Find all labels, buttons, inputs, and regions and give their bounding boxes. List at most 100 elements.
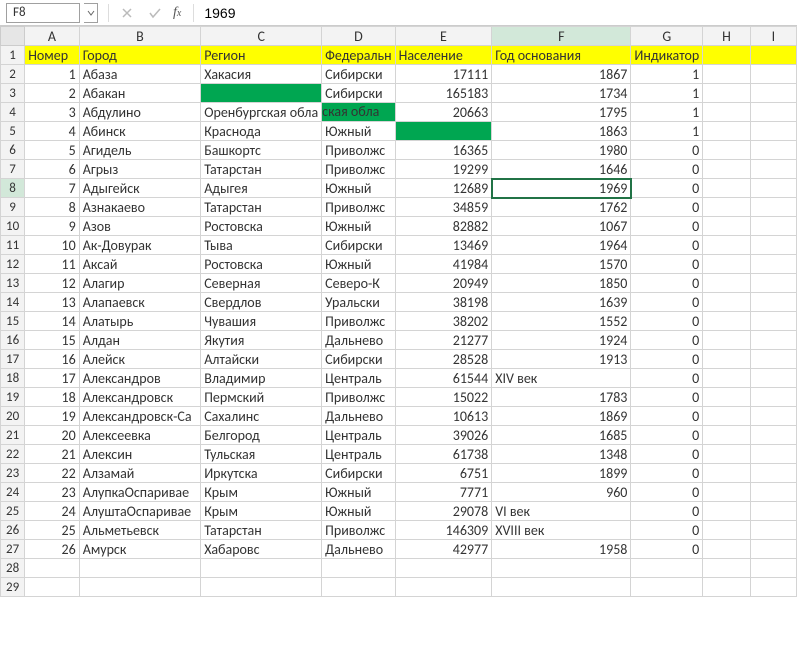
- cell[interactable]: 0: [631, 426, 703, 445]
- cell[interactable]: 12: [25, 274, 80, 293]
- cell[interactable]: [201, 578, 322, 597]
- cell[interactable]: Алтайски: [201, 350, 322, 369]
- name-box[interactable]: F8: [6, 3, 80, 23]
- col-header-D[interactable]: D: [322, 27, 395, 46]
- cell[interactable]: [703, 578, 751, 597]
- cell[interactable]: [750, 369, 796, 388]
- cell[interactable]: Татарстан: [201, 160, 322, 179]
- cell[interactable]: 3: [25, 103, 80, 122]
- cell[interactable]: [703, 350, 751, 369]
- cell[interactable]: Южный: [322, 179, 395, 198]
- cell[interactable]: 20: [25, 426, 80, 445]
- cell[interactable]: 16365: [395, 141, 492, 160]
- col-header-H[interactable]: H: [703, 27, 751, 46]
- cell[interactable]: 20663: [395, 103, 492, 122]
- cell[interactable]: Адыгея: [201, 179, 322, 198]
- cell[interactable]: 17111: [395, 65, 492, 84]
- cell[interactable]: Свердлов: [201, 293, 322, 312]
- cell[interactable]: [703, 160, 751, 179]
- row-header[interactable]: 7: [1, 160, 25, 179]
- cell[interactable]: Алатырь: [79, 312, 200, 331]
- cell[interactable]: Южный: [322, 502, 395, 521]
- cell[interactable]: Регион: [201, 46, 322, 65]
- row-header[interactable]: 15: [1, 312, 25, 331]
- cell[interactable]: VI век: [492, 502, 631, 521]
- cell[interactable]: Южный: [322, 255, 395, 274]
- cell[interactable]: 1958: [492, 540, 631, 559]
- cell[interactable]: [703, 84, 751, 103]
- cell[interactable]: [750, 502, 796, 521]
- cell[interactable]: Сибирски: [322, 464, 395, 483]
- cell[interactable]: 20949: [395, 274, 492, 293]
- cell[interactable]: [750, 559, 796, 578]
- spreadsheet-grid[interactable]: A B C D E F G H I 1 Номер Город Регион Ф…: [0, 26, 797, 597]
- cell[interactable]: [703, 274, 751, 293]
- cell[interactable]: 16: [25, 350, 80, 369]
- cell[interactable]: [395, 122, 492, 141]
- cell[interactable]: 8: [25, 198, 80, 217]
- cell[interactable]: 0: [631, 350, 703, 369]
- cell[interactable]: 1795: [492, 103, 631, 122]
- cell[interactable]: [492, 559, 631, 578]
- cell[interactable]: Крым: [201, 483, 322, 502]
- cell[interactable]: 1783: [492, 388, 631, 407]
- cell[interactable]: [322, 559, 395, 578]
- cell[interactable]: Амурск: [79, 540, 200, 559]
- cell[interactable]: [750, 445, 796, 464]
- cell[interactable]: Сибирски: [322, 84, 395, 103]
- cell[interactable]: [750, 331, 796, 350]
- cell[interactable]: 0: [631, 274, 703, 293]
- cell[interactable]: XVIII век: [492, 521, 631, 540]
- cell[interactable]: 1685: [492, 426, 631, 445]
- cell[interactable]: [703, 103, 751, 122]
- cell[interactable]: [25, 578, 80, 597]
- cell[interactable]: [703, 464, 751, 483]
- cell[interactable]: 6: [25, 160, 80, 179]
- cell[interactable]: Приволжс: [322, 521, 395, 540]
- cell[interactable]: Федеральн: [322, 46, 395, 65]
- row-header[interactable]: 24: [1, 483, 25, 502]
- row-header[interactable]: 17: [1, 350, 25, 369]
- cell[interactable]: [703, 483, 751, 502]
- cell[interactable]: Хакасия: [201, 65, 322, 84]
- cell[interactable]: [703, 312, 751, 331]
- cell[interactable]: [631, 559, 703, 578]
- cell[interactable]: Адыгейск: [79, 179, 200, 198]
- cell[interactable]: Якутия: [201, 331, 322, 350]
- col-header-A[interactable]: A: [25, 27, 80, 46]
- cell[interactable]: Индикатор: [631, 46, 703, 65]
- cell[interactable]: Алзамай: [79, 464, 200, 483]
- row-header[interactable]: 1: [1, 46, 25, 65]
- row-header[interactable]: 27: [1, 540, 25, 559]
- cell[interactable]: 0: [631, 388, 703, 407]
- col-header-C[interactable]: C: [201, 27, 322, 46]
- cell[interactable]: 1570: [492, 255, 631, 274]
- cell[interactable]: [750, 388, 796, 407]
- cell[interactable]: Централь: [322, 369, 395, 388]
- cell[interactable]: [750, 84, 796, 103]
- cell[interactable]: 25: [25, 521, 80, 540]
- cell[interactable]: Номер: [25, 46, 80, 65]
- cell[interactable]: 1: [631, 84, 703, 103]
- cell[interactable]: 1: [631, 122, 703, 141]
- cell[interactable]: 0: [631, 502, 703, 521]
- cell[interactable]: 0: [631, 483, 703, 502]
- cell[interactable]: [25, 559, 80, 578]
- cell[interactable]: 26: [25, 540, 80, 559]
- row-header[interactable]: 5: [1, 122, 25, 141]
- cell[interactable]: [750, 103, 796, 122]
- row-header[interactable]: 29: [1, 578, 25, 597]
- cell[interactable]: [703, 369, 751, 388]
- cell[interactable]: [703, 122, 751, 141]
- cell[interactable]: [79, 578, 200, 597]
- col-header-E[interactable]: E: [395, 27, 492, 46]
- cell[interactable]: [750, 46, 796, 65]
- cell[interactable]: [750, 312, 796, 331]
- cell[interactable]: 34859: [395, 198, 492, 217]
- cell[interactable]: [703, 388, 751, 407]
- cell[interactable]: 15: [25, 331, 80, 350]
- cell[interactable]: Владимир: [201, 369, 322, 388]
- cell[interactable]: [703, 540, 751, 559]
- cell[interactable]: Сибирски: [322, 236, 395, 255]
- cell[interactable]: 1646: [492, 160, 631, 179]
